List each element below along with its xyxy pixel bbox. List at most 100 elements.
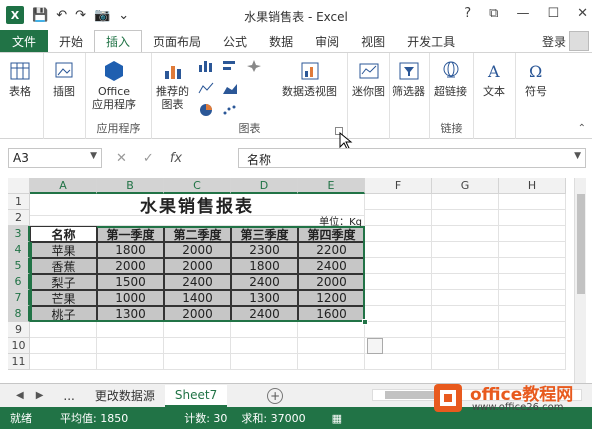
cell-e9[interactable]	[298, 322, 365, 338]
cell-f1[interactable]	[365, 194, 432, 210]
data-cell-b8[interactable]: 1300	[97, 306, 164, 322]
row-header-5[interactable]: 5	[8, 258, 30, 274]
tab-review[interactable]: 审阅	[304, 30, 350, 52]
select-all-corner[interactable]	[8, 178, 30, 194]
cell-d10[interactable]	[231, 338, 298, 354]
cell-h4[interactable]	[499, 242, 566, 258]
data-cell-d8[interactable]: 2400	[231, 306, 298, 322]
table-button[interactable]: 表格	[8, 59, 32, 98]
cell-f11[interactable]	[365, 354, 432, 370]
cell-d11[interactable]	[231, 354, 298, 370]
symbol-button[interactable]: Ω 符号	[524, 59, 548, 98]
minimize-icon[interactable]: —	[516, 6, 529, 21]
bar-chart-icon[interactable]	[222, 59, 238, 73]
recommended-charts-button[interactable]: 推荐的 图表	[156, 59, 189, 111]
formula-input[interactable]: 名称 ▼	[238, 148, 586, 168]
data-cell-b5[interactable]: 2000	[97, 258, 164, 274]
cell-h6[interactable]	[499, 274, 566, 290]
data-cell-a6[interactable]: 梨子	[30, 274, 97, 290]
row-header-9[interactable]: 9	[8, 322, 30, 338]
header-cell-d[interactable]: 第三季度	[231, 226, 298, 242]
sheet-tab-more[interactable]: ...	[53, 386, 84, 406]
data-cell-a4[interactable]: 苹果	[30, 242, 97, 258]
cell-g7[interactable]	[432, 290, 499, 306]
row-header-3[interactable]: 3	[8, 226, 30, 242]
cell-a10[interactable]	[30, 338, 97, 354]
data-cell-e7[interactable]: 1200	[298, 290, 365, 306]
worksheet-grid[interactable]: ABCDEFGH1234567891011水果销售报表单位：Kg名称第一季度第二…	[8, 178, 574, 383]
sheet-tab-change-data-source[interactable]: 更改数据源	[85, 384, 165, 407]
scatter-chart-icon[interactable]	[222, 103, 238, 117]
data-cell-b7[interactable]: 1000	[97, 290, 164, 306]
cell-b11[interactable]	[97, 354, 164, 370]
cell-f7[interactable]	[365, 290, 432, 306]
data-cell-c8[interactable]: 2000	[164, 306, 231, 322]
cell-h11[interactable]	[499, 354, 566, 370]
normal-view-icon[interactable]: ▦	[332, 412, 342, 425]
data-cell-d6[interactable]: 2400	[231, 274, 298, 290]
row-header-4[interactable]: 4	[8, 242, 30, 258]
user-avatar[interactable]	[569, 31, 589, 51]
column-header-f[interactable]: F	[365, 178, 432, 194]
line-chart-icon[interactable]	[198, 81, 214, 95]
close-icon[interactable]: ✕	[577, 6, 588, 21]
area-chart-icon[interactable]	[222, 81, 238, 95]
expand-formula-icon[interactable]: ▼	[574, 151, 581, 161]
row-header-7[interactable]: 7	[8, 290, 30, 306]
row-header-2[interactable]: 2	[8, 210, 30, 226]
cell-g5[interactable]	[432, 258, 499, 274]
cell-c11[interactable]	[164, 354, 231, 370]
sheet-title-cell[interactable]: 水果销售报表	[30, 194, 365, 217]
cell-a9[interactable]	[30, 322, 97, 338]
cell-h3[interactable]	[499, 226, 566, 242]
column-header-a[interactable]: A	[30, 178, 97, 194]
tab-home[interactable]: 开始	[48, 30, 94, 52]
login-link[interactable]: 登录	[542, 33, 566, 50]
tab-page-layout[interactable]: 页面布局	[142, 30, 212, 52]
cell-f2[interactable]	[365, 210, 432, 226]
cell-f6[interactable]	[365, 274, 432, 290]
fill-handle[interactable]	[362, 319, 368, 325]
header-cell-e[interactable]: 第四季度	[298, 226, 365, 242]
header-cell-c[interactable]: 第二季度	[164, 226, 231, 242]
data-cell-b6[interactable]: 1500	[97, 274, 164, 290]
data-cell-e8[interactable]: 1600	[298, 306, 365, 322]
cell-g2[interactable]	[432, 210, 499, 226]
hierarchy-chart-icon[interactable]	[246, 59, 262, 73]
tab-developer[interactable]: 开发工具	[396, 30, 466, 52]
sheet-tab-sheet7[interactable]: Sheet7	[164, 384, 228, 407]
name-box[interactable]: A3 ▼	[8, 148, 102, 168]
maximize-icon[interactable]: ☐	[547, 6, 559, 21]
data-cell-c7[interactable]: 1400	[164, 290, 231, 306]
cell-f9[interactable]	[365, 322, 432, 338]
cell-h9[interactable]	[499, 322, 566, 338]
data-cell-d7[interactable]: 1300	[231, 290, 298, 306]
tab-file[interactable]: 文件	[0, 30, 48, 52]
data-cell-a5[interactable]: 香蕉	[30, 258, 97, 274]
filters-button[interactable]: 筛选器	[392, 59, 425, 98]
cell-g3[interactable]	[432, 226, 499, 242]
column-header-h[interactable]: H	[499, 178, 566, 194]
data-cell-e6[interactable]: 2000	[298, 274, 365, 290]
data-cell-a8[interactable]: 桃子	[30, 306, 97, 322]
hyperlink-button[interactable]: 超链接	[434, 59, 467, 98]
undo-icon[interactable]: ↶	[56, 8, 67, 23]
data-cell-a7[interactable]: 芒果	[30, 290, 97, 306]
cell-h5[interactable]	[499, 258, 566, 274]
data-cell-c6[interactable]: 2400	[164, 274, 231, 290]
column-header-g[interactable]: G	[432, 178, 499, 194]
header-cell-b[interactable]: 第一季度	[97, 226, 164, 242]
redo-icon[interactable]: ↷	[75, 8, 86, 23]
cell-g9[interactable]	[432, 322, 499, 338]
sparklines-button[interactable]: 迷你图	[352, 59, 385, 98]
cell-h7[interactable]	[499, 290, 566, 306]
cell-c10[interactable]	[164, 338, 231, 354]
data-cell-c4[interactable]: 2000	[164, 242, 231, 258]
vertical-scroll-thumb[interactable]	[577, 194, 585, 294]
collapse-ribbon-icon[interactable]: ⌃	[578, 123, 586, 134]
cell-a11[interactable]	[30, 354, 97, 370]
add-sheet-icon[interactable]: +	[267, 387, 284, 404]
data-cell-c5[interactable]: 2000	[164, 258, 231, 274]
row-header-8[interactable]: 8	[8, 306, 30, 322]
pie-chart-icon[interactable]	[198, 103, 214, 117]
